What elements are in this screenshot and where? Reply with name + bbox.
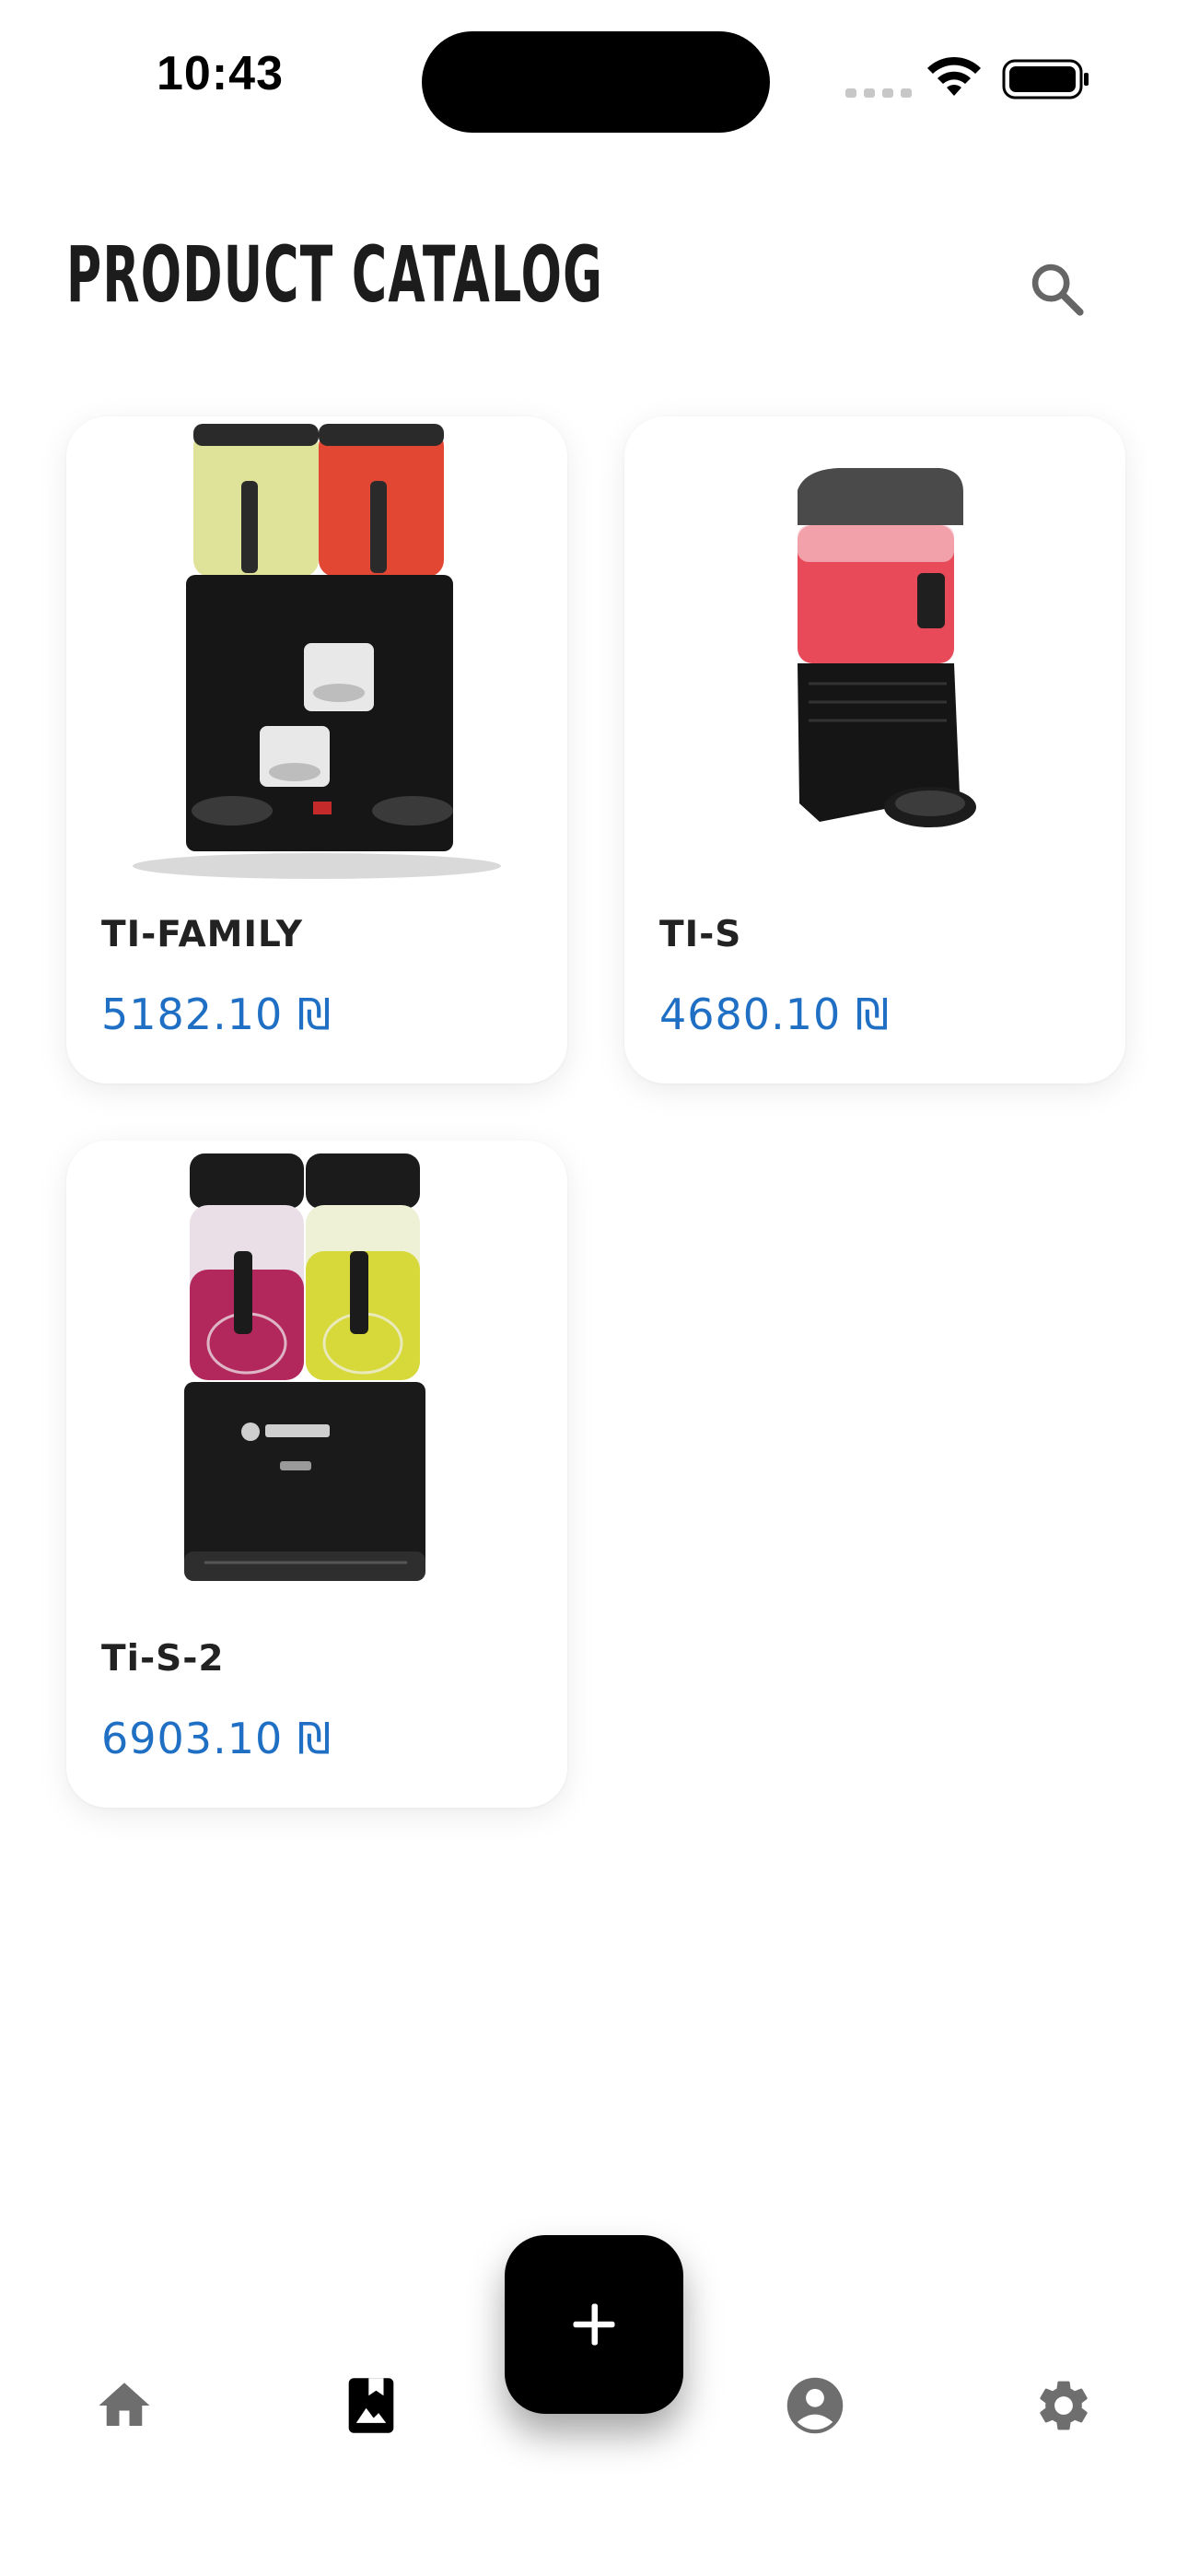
product-price: 4680.10 ₪ bbox=[659, 989, 890, 1039]
catalog-icon bbox=[348, 2378, 394, 2433]
nav-home[interactable] bbox=[83, 2364, 166, 2447]
home-icon bbox=[99, 2383, 150, 2426]
product-name: Ti-S-2 bbox=[101, 1638, 225, 1680]
nav-catalog[interactable] bbox=[330, 2364, 413, 2447]
page-title: PRODUCT CATALOG bbox=[66, 229, 604, 320]
nav-profile[interactable] bbox=[774, 2364, 856, 2447]
product-card[interactable]: TI-FAMILY 5182.10 ₪ bbox=[66, 416, 567, 1083]
product-name: TI-S bbox=[659, 914, 742, 955]
product-image bbox=[798, 468, 976, 827]
product-price: 5182.10 ₪ bbox=[101, 989, 332, 1039]
settings-icon bbox=[1040, 2381, 1088, 2430]
search-button[interactable] bbox=[1022, 254, 1092, 324]
product-name: TI-FAMILY bbox=[101, 914, 303, 955]
nav-settings[interactable] bbox=[1022, 2364, 1105, 2447]
product-image bbox=[133, 424, 501, 879]
search-icon bbox=[1031, 263, 1084, 316]
add-product-button[interactable] bbox=[505, 2235, 683, 2414]
product-price: 6903.10 ₪ bbox=[101, 1714, 332, 1763]
profile-icon bbox=[786, 2377, 844, 2434]
battery-icon bbox=[1002, 59, 1089, 100]
cell-signal-icon bbox=[845, 88, 912, 98]
plus-icon bbox=[573, 2303, 615, 2346]
product-card[interactable]: Ti-S-2 6903.10 ₪ bbox=[66, 1141, 567, 1808]
product-image bbox=[184, 1153, 425, 1581]
wifi-icon bbox=[927, 56, 981, 96]
status-time: 10:43 bbox=[157, 47, 284, 100]
dynamic-island bbox=[422, 31, 770, 133]
product-card[interactable]: TI-S 4680.10 ₪ bbox=[624, 416, 1125, 1083]
